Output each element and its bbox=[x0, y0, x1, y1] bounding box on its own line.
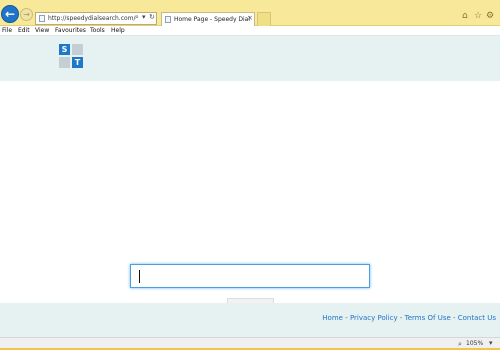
settings-gear-icon[interactable]: ⚙ bbox=[486, 11, 494, 21]
address-url: http://speedydialsearch.com/ bbox=[48, 15, 136, 22]
footer-link-privacy-policy[interactable]: Privacy Policy bbox=[350, 314, 398, 322]
back-button[interactable]: ← bbox=[1, 5, 19, 23]
browser-title-bar: ← → http://speedydialsearch.com/ ⌕ ▾ ↻ H… bbox=[0, 0, 500, 26]
page-icon bbox=[39, 15, 45, 22]
logo-tile-t: T bbox=[72, 57, 83, 68]
logo-tile-gray-top bbox=[72, 44, 83, 55]
footer-link-contact-us[interactable]: Contact Us bbox=[458, 314, 496, 322]
logo-tile-s: S bbox=[59, 44, 70, 55]
menu-tools[interactable]: Tools bbox=[90, 26, 105, 36]
tab-home-page[interactable]: Home Page - Speedy Dial × bbox=[161, 12, 255, 26]
menu-file[interactable]: File bbox=[2, 26, 12, 36]
search-input[interactable] bbox=[130, 264, 370, 288]
forward-button[interactable]: → bbox=[20, 8, 33, 21]
browser-window: ← → http://speedydialsearch.com/ ⌕ ▾ ↻ H… bbox=[0, 0, 500, 350]
menu-help[interactable]: Help bbox=[111, 26, 125, 36]
tab-close-icon[interactable]: × bbox=[247, 14, 253, 22]
footer-links: Home - Privacy Policy - Terms Of Use - C… bbox=[322, 314, 496, 322]
menu-favourites[interactable]: Favourites bbox=[55, 26, 86, 36]
favorites-star-icon[interactable]: ☆ bbox=[474, 11, 482, 21]
menu-bar: File Edit View Favourites Tools Help bbox=[0, 26, 500, 36]
refresh-icon[interactable]: ↻ bbox=[149, 13, 155, 21]
footer-separator: - bbox=[342, 314, 350, 322]
back-arrow-icon: ← bbox=[4, 7, 16, 21]
menu-view[interactable]: View bbox=[35, 26, 49, 36]
logo-tile-gray-bottom bbox=[59, 57, 70, 68]
new-tab-button[interactable] bbox=[257, 12, 271, 26]
forward-arrow-icon: → bbox=[23, 10, 30, 19]
tab-title: Home Page - Speedy Dial bbox=[174, 16, 251, 23]
footer-link-terms-of-use[interactable]: Terms Of Use bbox=[405, 314, 451, 322]
footer-link-home[interactable]: Home bbox=[322, 314, 343, 322]
tab-page-icon bbox=[165, 16, 171, 23]
dropdown-icon[interactable]: ▾ bbox=[142, 13, 146, 21]
menu-edit[interactable]: Edit bbox=[18, 26, 30, 36]
address-tools: ⌕ ▾ ↻ bbox=[135, 12, 157, 25]
zoom-dropdown-icon[interactable]: ▾ bbox=[489, 339, 493, 347]
footer-separator: - bbox=[450, 314, 458, 322]
speedy-dial-logo[interactable]: S T bbox=[59, 44, 83, 68]
footer-separator: - bbox=[397, 314, 405, 322]
search-icon[interactable]: ⌕ bbox=[135, 13, 139, 22]
zoom-level[interactable]: 105% bbox=[466, 340, 483, 348]
text-caret bbox=[139, 270, 140, 283]
page-header: S T bbox=[0, 36, 500, 81]
browser-toolbar-icons: ⌂ ☆ ⚙ bbox=[462, 11, 496, 23]
home-icon[interactable]: ⌂ bbox=[462, 11, 468, 21]
page-footer: Home - Privacy Policy - Terms Of Use - C… bbox=[0, 303, 500, 337]
